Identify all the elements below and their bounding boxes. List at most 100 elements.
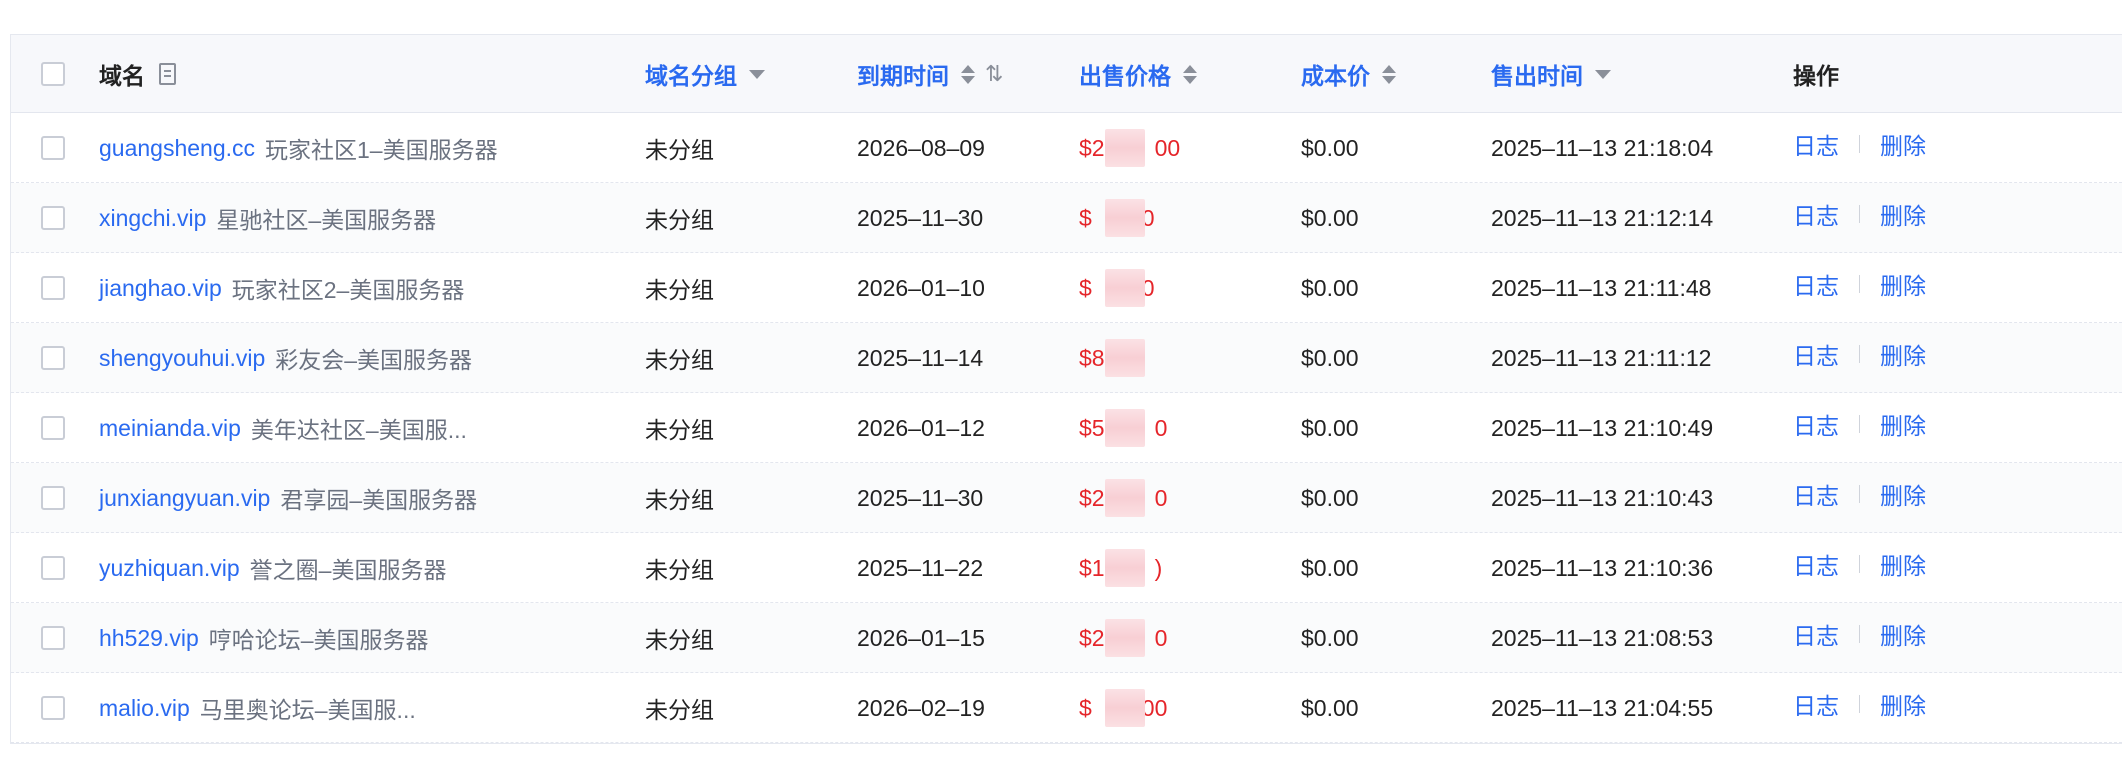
sold-time-cell: 2025–11–13 21:11:48 bbox=[1491, 253, 1711, 323]
sold-time-value: 2025–11–13 21:10:49 bbox=[1491, 414, 1714, 441]
row-checkbox[interactable] bbox=[41, 696, 65, 720]
expiry-value: 2025–11–30 bbox=[857, 484, 984, 511]
delete-link[interactable]: 删除 bbox=[1880, 267, 1926, 301]
domain-link[interactable]: guangsheng.cc bbox=[99, 135, 255, 162]
header-group[interactable]: 域名分组 bbox=[645, 35, 765, 113]
row-checkbox[interactable] bbox=[41, 206, 65, 230]
cost-value: $0.00 bbox=[1301, 414, 1359, 441]
expiry-value: 2026–01–12 bbox=[857, 414, 985, 441]
checkbox-box[interactable] bbox=[41, 626, 65, 650]
checkbox-box[interactable] bbox=[41, 136, 65, 160]
checkbox-box[interactable] bbox=[41, 346, 65, 370]
header-price[interactable]: 出售价格 bbox=[1079, 35, 1197, 113]
row-checkbox[interactable] bbox=[41, 346, 65, 370]
header-expiry[interactable]: 到期时间 ⇅ bbox=[857, 35, 1003, 113]
domain-note: 玩家社区1–美国服务器 bbox=[265, 137, 498, 163]
header-cost[interactable]: 成本价 bbox=[1301, 35, 1396, 113]
delete-link[interactable]: 删除 bbox=[1880, 477, 1926, 511]
delete-link[interactable]: 删除 bbox=[1880, 127, 1926, 161]
domain-cell: meinianda.vip 美年达社区–美国服... bbox=[99, 393, 467, 463]
domain-link[interactable]: jianghao.vip bbox=[99, 275, 222, 302]
domain-link[interactable]: malio.vip bbox=[99, 695, 190, 722]
log-link[interactable]: 日志 bbox=[1793, 197, 1839, 231]
checkbox-box[interactable] bbox=[41, 556, 65, 580]
cost-cell: $0.00 bbox=[1301, 113, 1359, 183]
delete-link[interactable]: 删除 bbox=[1880, 617, 1926, 651]
price-value: $0 bbox=[1079, 198, 1155, 237]
domain-cell: guangsheng.cc 玩家社区1–美国服务器 bbox=[99, 113, 498, 183]
row-checkbox[interactable] bbox=[41, 136, 65, 160]
divider bbox=[1859, 345, 1860, 363]
group-value: 未分组 bbox=[645, 347, 714, 373]
log-link[interactable]: 日志 bbox=[1793, 127, 1839, 161]
table-row: xingchi.vip 星驰社区–美国服务器 未分组 2025–11–30 $0… bbox=[11, 183, 2122, 253]
caret-down-icon[interactable] bbox=[1595, 69, 1611, 79]
delete-link[interactable]: 删除 bbox=[1880, 197, 1926, 231]
checkbox-box[interactable] bbox=[41, 486, 65, 510]
delete-link[interactable]: 删除 bbox=[1880, 337, 1926, 371]
actions-cell: 日志 删除 bbox=[1793, 393, 1926, 455]
checkbox-box[interactable] bbox=[41, 416, 65, 440]
expiry-value: 2026–08–09 bbox=[857, 134, 985, 161]
group-cell: 未分组 bbox=[645, 463, 714, 533]
price-value: $5 0 bbox=[1079, 408, 1167, 447]
checkbox-box[interactable] bbox=[41, 696, 65, 720]
log-link[interactable]: 日志 bbox=[1793, 547, 1839, 581]
price-cell: $2 0 bbox=[1079, 603, 1167, 673]
delete-link[interactable]: 删除 bbox=[1880, 547, 1926, 581]
log-link[interactable]: 日志 bbox=[1793, 407, 1839, 441]
row-checkbox[interactable] bbox=[41, 486, 65, 510]
row-checkbox[interactable] bbox=[41, 276, 65, 300]
note-icon[interactable] bbox=[159, 63, 176, 85]
domain-link[interactable]: junxiangyuan.vip bbox=[99, 485, 270, 512]
header-sold-time-label: 售出时间 bbox=[1491, 63, 1583, 89]
log-link[interactable]: 日志 bbox=[1793, 337, 1839, 371]
header-sold-time[interactable]: 售出时间 bbox=[1491, 35, 1611, 113]
domain-link[interactable]: shengyouhui.vip bbox=[99, 345, 265, 372]
group-cell: 未分组 bbox=[645, 113, 714, 183]
sold-time-cell: 2025–11–13 21:12:14 bbox=[1491, 183, 1713, 253]
checkbox-box[interactable] bbox=[41, 206, 65, 230]
log-link[interactable]: 日志 bbox=[1793, 477, 1839, 511]
group-cell: 未分组 bbox=[645, 393, 714, 463]
checkbox-box[interactable] bbox=[41, 62, 65, 86]
expiry-cell: 2025–11–30 bbox=[857, 463, 983, 533]
domain-note: 玩家社区2–美国服务器 bbox=[231, 277, 465, 303]
sort-icon[interactable] bbox=[1183, 64, 1197, 84]
domain-link[interactable]: yuzhiquan.vip bbox=[99, 555, 240, 582]
expiry-cell: 2026–01–15 bbox=[857, 603, 985, 673]
delete-link[interactable]: 删除 bbox=[1880, 687, 1926, 721]
expiry-value: 2025–11–30 bbox=[857, 204, 984, 231]
select-all-checkbox[interactable] bbox=[41, 62, 65, 86]
table-row: jianghao.vip 玩家社区2–美国服务器 未分组 2026–01–10 … bbox=[11, 253, 2122, 323]
domain-link[interactable]: meinianda.vip bbox=[99, 415, 241, 442]
price-redaction bbox=[1105, 688, 1145, 727]
row-checkbox[interactable] bbox=[41, 416, 65, 440]
log-link[interactable]: 日志 bbox=[1793, 687, 1839, 721]
caret-down-icon[interactable] bbox=[749, 69, 765, 79]
price-prefix: $ bbox=[1079, 204, 1092, 231]
domain-link[interactable]: xingchi.vip bbox=[99, 205, 206, 232]
delete-link[interactable]: 删除 bbox=[1880, 407, 1926, 441]
log-link[interactable]: 日志 bbox=[1793, 617, 1839, 651]
sort-icon[interactable] bbox=[1382, 64, 1396, 84]
cost-value: $0.00 bbox=[1301, 274, 1359, 301]
sold-time-cell: 2025–11–13 21:11:12 bbox=[1491, 323, 1711, 393]
checkbox-box[interactable] bbox=[41, 276, 65, 300]
sold-time-value: 2025–11–13 21:10:43 bbox=[1491, 484, 1714, 511]
cost-cell: $0.00 bbox=[1301, 463, 1359, 533]
log-link[interactable]: 日志 bbox=[1793, 267, 1839, 301]
sort-alt-icon[interactable]: ⇅ bbox=[985, 62, 1003, 87]
table-row: hh529.vip 哼哈论坛–美国服务器 未分组 2026–01–15 $2 0 … bbox=[11, 603, 2122, 673]
expiry-cell: 2025–11–22 bbox=[857, 533, 983, 603]
actions-cell: 日志 删除 bbox=[1793, 463, 1926, 525]
header-price-label: 出售价格 bbox=[1079, 63, 1171, 89]
row-checkbox[interactable] bbox=[41, 626, 65, 650]
group-value: 未分组 bbox=[645, 137, 714, 163]
domain-link[interactable]: hh529.vip bbox=[99, 625, 199, 652]
price-cell: $2 0 bbox=[1079, 463, 1167, 533]
divider bbox=[1859, 275, 1860, 293]
sort-icon[interactable] bbox=[961, 64, 975, 84]
row-checkbox[interactable] bbox=[41, 556, 65, 580]
price-prefix: $2 bbox=[1079, 134, 1105, 161]
